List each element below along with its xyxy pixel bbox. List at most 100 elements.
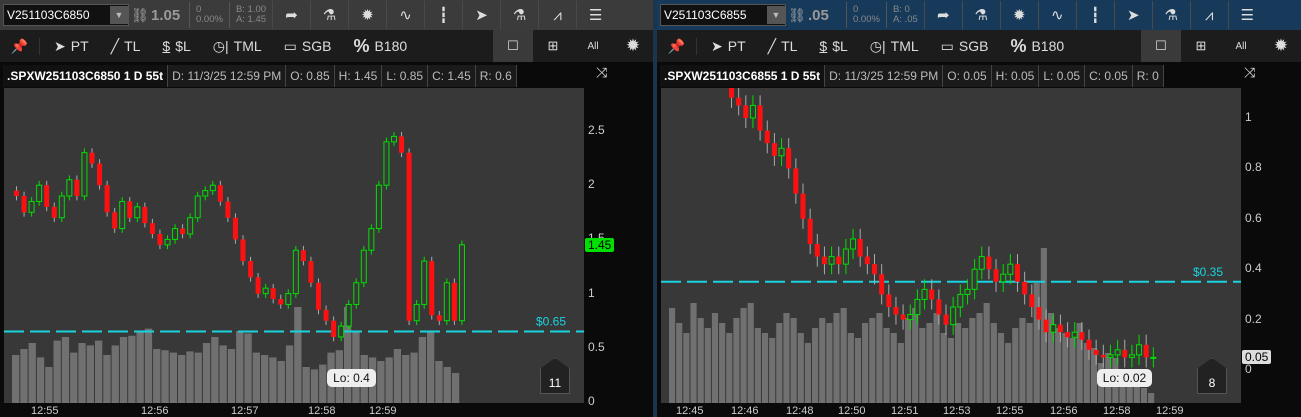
x-axis-tick: 12:55	[996, 405, 1024, 417]
x-axis-tick: 12:56	[1050, 405, 1078, 417]
candle	[345, 300, 352, 331]
y-axis-tick: 0.5	[588, 339, 605, 354]
candle	[1143, 334, 1149, 368]
cursor-icon[interactable]: ➤	[462, 1, 500, 29]
volume-bar	[947, 338, 954, 403]
drawing-icon[interactable]: ⩘	[1189, 1, 1228, 29]
single-layout-button[interactable]: ☐	[1141, 30, 1181, 62]
candle	[436, 310, 442, 326]
candle	[736, 88, 742, 116]
candle	[879, 264, 885, 305]
volume-bar	[669, 308, 676, 403]
candle	[943, 304, 949, 335]
ask: A: .05	[892, 14, 918, 25]
volume-bar	[236, 331, 244, 403]
volume-bar	[227, 349, 236, 403]
drawing-icon[interactable]: ⩘	[538, 1, 576, 29]
single-layout-button[interactable]: ☐	[493, 30, 533, 62]
candle-style-icon[interactable]: ┇	[1075, 1, 1114, 29]
candle-style-icon[interactable]: ┇	[424, 1, 462, 29]
x-axis-tick: 12:56	[141, 405, 169, 417]
all-button[interactable]: All	[573, 30, 613, 62]
chevron-down-icon[interactable]: ▼	[767, 6, 785, 24]
tool-sgb[interactable]: ▭ SGB	[284, 38, 332, 55]
volume-bar	[869, 318, 876, 403]
grid-layout-button[interactable]: ⊞	[1181, 30, 1221, 62]
gear-icon[interactable]: ✹	[999, 1, 1038, 29]
volume-bar	[719, 323, 726, 403]
flask-icon[interactable]: ⚗	[500, 1, 538, 29]
settings-gear-icon[interactable]: ✹	[1261, 30, 1301, 62]
tool-b180[interactable]: % B180	[1010, 36, 1064, 57]
swap-axis-icon[interactable]: ⤨	[1244, 64, 1255, 81]
info-low: L: 0.05	[1039, 65, 1086, 87]
volume-bar	[697, 318, 704, 403]
candle	[443, 278, 450, 326]
info-open: O: 0.05	[943, 65, 992, 87]
cursor-icon[interactable]: ➤	[1113, 1, 1152, 29]
symbol-input[interactable]: V251103C6850 ▼	[3, 4, 129, 26]
studies-icon[interactable]: ∿	[1037, 1, 1076, 29]
candle	[1150, 347, 1157, 368]
volume-bar	[797, 333, 804, 403]
symbol-input[interactable]: V251103C6855 ▼	[660, 4, 786, 26]
flask-icon[interactable]: ⚗	[1151, 1, 1190, 29]
info-high: H: 0.05	[992, 65, 1040, 87]
tool-price-level[interactable]: $ $L	[162, 38, 190, 54]
candle	[1022, 271, 1028, 305]
volume-bar	[144, 328, 153, 403]
volume-bar	[153, 349, 161, 403]
volume-bar	[285, 345, 294, 403]
candle	[360, 245, 367, 288]
tool-trendline[interactable]: ╱ TL	[768, 38, 798, 55]
tool-price-type[interactable]: ➤ PT	[54, 38, 89, 55]
tool-label: PT	[727, 38, 746, 54]
volume-bar	[302, 367, 310, 403]
all-button[interactable]: All	[1221, 30, 1261, 62]
candle	[406, 148, 412, 326]
volume-bar	[790, 318, 797, 403]
tool-sgb[interactable]: ▭ SGB	[941, 38, 989, 55]
menu-icon[interactable]: ☰	[1227, 1, 1266, 29]
candle	[814, 233, 820, 267]
candle	[757, 95, 763, 141]
flask-icon[interactable]: ⚗	[310, 1, 348, 29]
volume-bar	[812, 328, 819, 403]
tool-time-line[interactable]: ◷| TML	[213, 38, 262, 55]
grid-layout-button[interactable]: ⊞	[533, 30, 573, 62]
chevron-down-icon[interactable]: ▼	[110, 6, 128, 24]
share-icon[interactable]: ➦	[272, 1, 310, 29]
tool-price-level[interactable]: $ $L	[819, 38, 847, 54]
tool-trendline[interactable]: ╱ TL	[111, 38, 141, 55]
tool-b180[interactable]: % B180	[353, 36, 407, 57]
candle	[21, 191, 27, 217]
flask-icon[interactable]: ⚗	[961, 1, 1000, 29]
volume-bar	[393, 349, 402, 403]
y-axis-tick: 0.6	[1245, 210, 1262, 225]
candle	[180, 224, 186, 239]
link-icon[interactable]: ⛓	[786, 7, 808, 24]
volume-bar	[962, 328, 969, 403]
pin-icon[interactable]: 📌	[0, 37, 40, 55]
studies-icon[interactable]: ∿	[386, 1, 424, 29]
gear-icon[interactable]: ✹	[348, 1, 386, 29]
tool-time-line[interactable]: ◷| TML	[870, 38, 919, 55]
candle	[921, 279, 928, 310]
volume-bar	[136, 331, 144, 403]
volume-bar	[876, 313, 883, 403]
candle	[225, 197, 231, 223]
settings-gear-icon[interactable]: ✹	[613, 30, 653, 62]
pin-icon[interactable]: 📌	[657, 37, 697, 55]
tool-price-type[interactable]: ➤ PT	[711, 38, 746, 55]
swap-axis-icon[interactable]: ⤨	[596, 64, 607, 81]
info-close: C: 0.05	[1085, 65, 1133, 87]
candle	[353, 278, 360, 309]
candle	[786, 138, 792, 179]
share-icon[interactable]: ➦	[923, 1, 962, 29]
candle	[112, 207, 118, 233]
link-icon[interactable]: ⛓	[129, 7, 151, 24]
menu-icon[interactable]: ☰	[576, 1, 614, 29]
volume-bar	[310, 369, 319, 403]
candle	[300, 245, 306, 266]
candle	[413, 300, 420, 326]
